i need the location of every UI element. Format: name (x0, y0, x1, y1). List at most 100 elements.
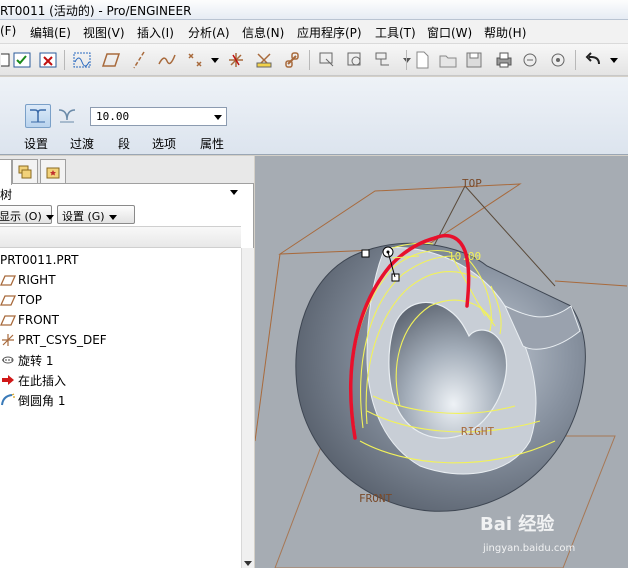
tab-model-tree[interactable] (0, 159, 12, 185)
menu-tools[interactable]: 工具(T) (375, 24, 416, 41)
round-transition-mode-icon[interactable] (54, 104, 80, 128)
show-button-label: 显示 (O) (0, 210, 42, 223)
tab-options[interactable]: 选项 (152, 135, 176, 152)
model-tree-title: 树 (0, 188, 13, 202)
datum-display-icon[interactable] (71, 49, 93, 71)
toolbar-separator (64, 50, 65, 70)
layer-tree-icon[interactable] (372, 49, 394, 71)
window-title: RT0011 (活动的) - Pro/ENGINEER (0, 4, 192, 18)
favorites-folder-icon (46, 167, 60, 178)
save-icon[interactable] (463, 49, 485, 71)
main-toolbar (0, 44, 628, 76)
tab-properties[interactable]: 属性 (200, 135, 224, 152)
datum-point-icon[interactable] (184, 49, 206, 71)
tab-pieces[interactable]: 段 (118, 135, 130, 152)
menu-analysis[interactable]: 分析(A) (188, 24, 230, 41)
datum-plane-icon (0, 272, 16, 288)
chevron-down-icon (45, 214, 54, 220)
analysis-feature-icon[interactable] (253, 49, 275, 71)
radius-value-input[interactable]: 10.00 (90, 107, 227, 126)
tree-item-part[interactable]: PRT0011.PRT (0, 251, 78, 269)
model-tree-header[interactable]: 树 (0, 186, 244, 204)
watermark: Bai 经验 jingyan.baidu.com (480, 513, 575, 554)
chevron-down-icon (108, 214, 117, 220)
tab-favorites[interactable] (40, 159, 66, 183)
menu-insert[interactable]: 插入(I) (137, 24, 174, 41)
datum-csys-icon[interactable] (225, 49, 247, 71)
coordinate-system-icon (0, 332, 16, 348)
tree-item-insert-here[interactable]: 在此插入 (0, 371, 66, 389)
chevron-down-icon[interactable] (214, 115, 222, 120)
open-folder-icon[interactable] (437, 49, 459, 71)
tree-item-label: RIGHT (18, 273, 56, 287)
tree-scrollbar[interactable] (241, 248, 254, 568)
datum-curve-icon[interactable] (156, 49, 178, 71)
datum-plane-icon (0, 292, 16, 308)
feature-dashboard: 10.00 设置 过渡 段 选项 属性 (0, 77, 628, 155)
send-mail-icon[interactable] (519, 49, 541, 71)
datum-plane-icon (0, 312, 16, 328)
datum-plane-icon[interactable] (100, 49, 122, 71)
dimension-label[interactable]: 10.00 (448, 250, 481, 263)
print-icon[interactable] (493, 49, 515, 71)
new-file-icon[interactable] (411, 49, 433, 71)
tab-transitions[interactable]: 过渡 (70, 135, 94, 152)
scroll-down-icon[interactable] (244, 561, 252, 566)
chevron-down-icon[interactable] (603, 49, 625, 71)
menu-edit[interactable]: 编辑(E) (30, 24, 71, 41)
datum-label-top[interactable]: TOP (462, 177, 482, 190)
tree-item-right[interactable]: RIGHT (0, 271, 56, 289)
menu-window[interactable]: 窗口(W) (427, 24, 472, 41)
undo-icon[interactable] (583, 49, 605, 71)
chevron-down-icon[interactable] (204, 49, 226, 71)
tree-item-round[interactable]: 倒圆角 1 (0, 391, 65, 409)
sketch-icon[interactable] (316, 49, 338, 71)
toolbar-separator (575, 50, 576, 70)
navigator-tabs (0, 156, 254, 185)
model-view[interactable]: TOP RIGHT FRONT 10.00 Bai 经验 jingyan.bai… (255, 156, 628, 568)
tree-item-label: FRONT (18, 313, 59, 327)
menu-help[interactable]: 帮助(H) (484, 24, 526, 41)
menu-file[interactable]: (F) (0, 24, 16, 38)
tab-sets[interactable]: 设置 (24, 135, 48, 152)
model-tree-panel: 树 显示 (O) 设置 (G) PRT0011.PRT RIGHT TOP FR… (0, 156, 254, 568)
tree-item-csys[interactable]: PRT_CSYS_DEF (0, 331, 107, 349)
settings-button[interactable]: 设置 (G) (57, 205, 135, 224)
tree-item-label: TOP (18, 293, 43, 307)
watermark-text: Bai 经验 (480, 513, 555, 535)
datum-label-right[interactable]: RIGHT (461, 425, 494, 438)
tree-item-front[interactable]: FRONT (0, 311, 59, 329)
tree-item-revolve[interactable]: 旋转 1 (0, 351, 53, 369)
tree-item-label: 旋转 1 (18, 353, 54, 368)
tree-item-top[interactable]: TOP (0, 291, 42, 309)
menu-info[interactable]: 信息(N) (242, 24, 284, 41)
toolbar-separator (309, 50, 310, 70)
round-set-mode-icon[interactable] (25, 104, 51, 128)
datum-axis-icon[interactable] (128, 49, 150, 71)
menu-bar: (F) 编辑(E) 视图(V) 插入(I) 分析(A) 信息(N) 应用程序(P… (0, 20, 628, 44)
menu-applications[interactable]: 应用程序(P) (297, 24, 362, 41)
tree-item-label: 在此插入 (18, 373, 67, 388)
settings-button-label: 设置 (G) (62, 210, 105, 223)
send-link-icon[interactable] (547, 49, 569, 71)
tree-item-label: 倒圆角 1 (18, 393, 66, 408)
revolve-icon (0, 352, 16, 368)
menu-view[interactable]: 视图(V) (83, 24, 125, 41)
datum-label-front[interactable]: FRONT (359, 492, 392, 505)
tree-item-label: PRT_CSYS_DEF (18, 333, 107, 347)
folder-stack-icon (18, 165, 32, 178)
tree-item-label: PRT0011.PRT (0, 253, 79, 267)
link-icon[interactable] (281, 49, 303, 71)
radius-value: 10.00 (96, 110, 130, 123)
insert-arrow-icon (0, 372, 16, 388)
round-feature-icon (0, 392, 16, 408)
close-window-icon[interactable] (37, 49, 59, 71)
regenerate-check-icon[interactable] (11, 49, 33, 71)
watermark-url: jingyan.baidu.com (482, 543, 575, 554)
tab-folder-browser[interactable] (12, 159, 38, 183)
search-view-icon[interactable] (344, 49, 366, 71)
graphics-window[interactable]: TOP RIGHT FRONT 10.00 Bai 经验 jingyan.bai… (255, 156, 628, 568)
chevron-down-icon[interactable] (230, 190, 238, 195)
show-button[interactable]: 显示 (O) (0, 205, 54, 224)
toolbar-separator (406, 50, 407, 70)
